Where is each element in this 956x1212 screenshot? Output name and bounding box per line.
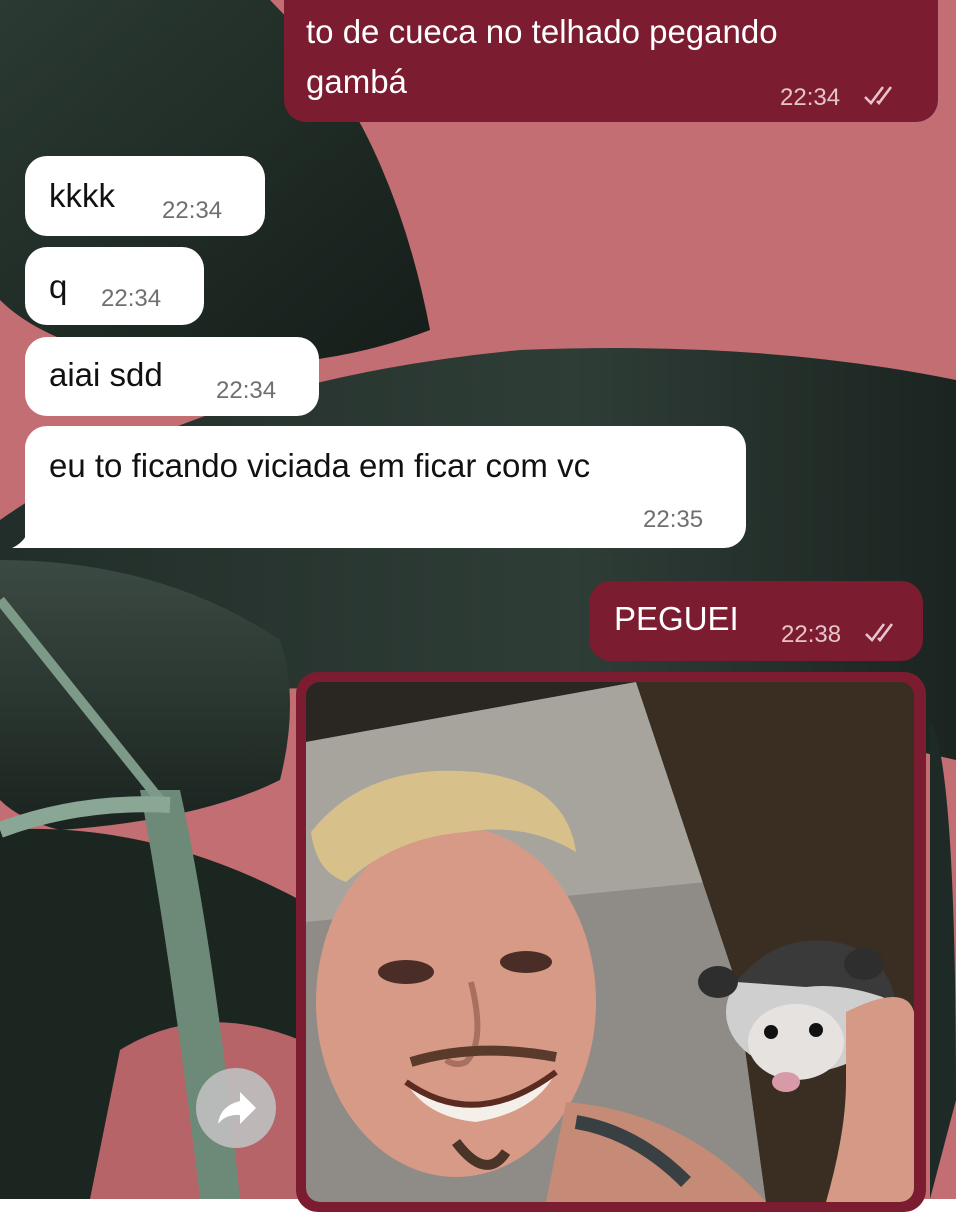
message-text: PEGUEI [614, 600, 739, 637]
incoming-message-bubble[interactable]: q 22:34 [25, 247, 204, 325]
message-timestamp: 22:34 [101, 285, 162, 312]
share-button[interactable] [196, 1068, 276, 1148]
double-check-icon [864, 86, 893, 105]
message-text: to de cueca no telhado pegando [306, 13, 778, 50]
share-forward-icon [218, 1092, 256, 1124]
message-text: q [49, 268, 68, 305]
message-text: gambá [306, 63, 407, 100]
message-timestamp: 22:34 [216, 377, 277, 404]
message-timestamp: 22:35 [643, 506, 704, 533]
message-timestamp: 22:34 [162, 197, 223, 224]
incoming-message-bubble[interactable]: kkkk 22:34 [25, 156, 265, 236]
message-timestamp: 22:38 [781, 621, 842, 648]
message-text: eu to ficando viciada em ficar com vc [49, 447, 591, 484]
message-text: kkkk [49, 177, 115, 214]
incoming-message-bubble[interactable]: aiai sdd 22:34 [25, 337, 319, 416]
photo-attachment[interactable] [306, 682, 914, 1202]
incoming-message-bubble[interactable]: eu to ficando viciada em ficar com vc 22… [25, 426, 746, 548]
outgoing-message-bubble[interactable]: to de cueca no telhado pegando gambá 22:… [284, 0, 938, 122]
double-check-icon [865, 623, 894, 642]
photo-illustration [306, 682, 914, 1202]
message-timestamp: 22:34 [780, 84, 841, 111]
message-text: aiai sdd [49, 356, 163, 393]
outgoing-message-bubble[interactable]: PEGUEI 22:38 [589, 581, 923, 661]
outgoing-photo-message[interactable] [296, 672, 926, 1212]
